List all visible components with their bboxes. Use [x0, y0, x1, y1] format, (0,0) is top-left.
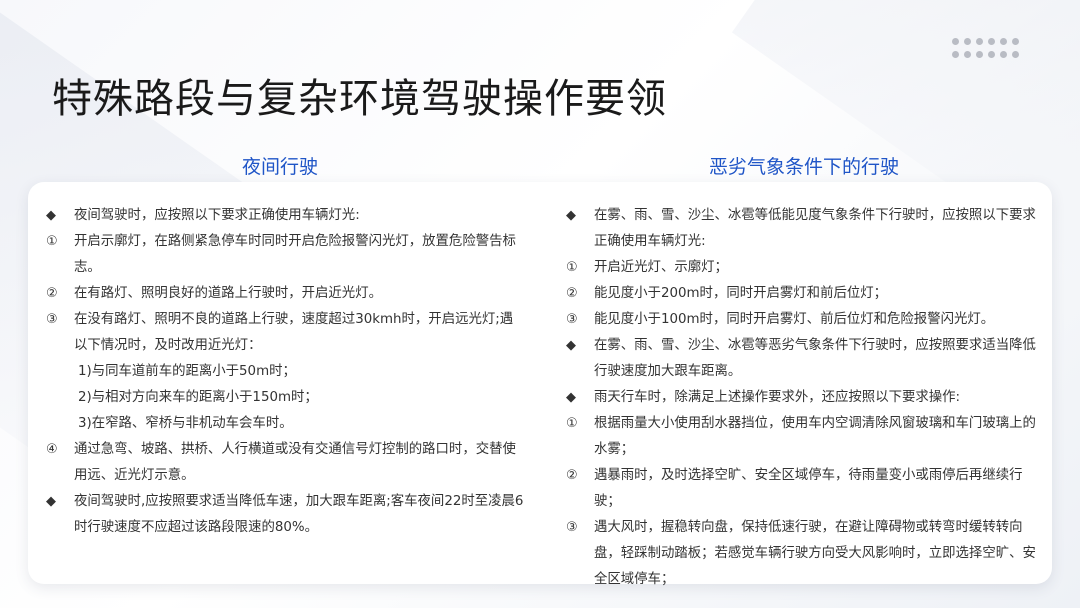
list-item-text: 在雾、雨、雪、沙尘、冰雹等低能见度气象条件下行驶时，应按照以下要求正确使用车辆灯… [594, 208, 1036, 249]
circled-number-icon: ③ [566, 520, 578, 535]
circled-number-icon: ③ [566, 312, 578, 327]
list-item: ◆ 在雾、雨、雪、沙尘、冰雹等恶劣气象条件下行驶时，应按照要求适当降低行驶速度加… [566, 333, 1042, 385]
list-item-text: 在没有路灯、照明不良的道路上行驶，速度超过30kmh时，开启远光灯;遇以下情况时… [74, 312, 514, 353]
circled-number-icon: ④ [46, 442, 58, 457]
list-item-text: 开启示廓灯，在路侧紧急停车时同时开启危险报警闪光灯，放置危险警告标志。 [74, 234, 516, 275]
list-item-text: 能见度小于200m时，同时开启雾灯和前后位灯； [594, 286, 888, 301]
circled-number-icon: ① [566, 416, 578, 431]
list-item: ④ 通过急弯、坡路、拱桥、人行横道或没有交通信号灯控制的路口时，交替使用远、近光… [46, 437, 524, 489]
list-item-text: 雨天行车时，除满足上述操作要求外，还应按照以下要求操作: [594, 390, 961, 405]
circled-number-icon: ② [566, 286, 578, 301]
sub-list-item: 2)与相对方向来车的距离小于150m时； [78, 390, 318, 405]
list-item-text: 根据雨量大小使用刮水器挡位，使用车内空调清除风窗玻璃和车门玻璃上的水雾； [594, 416, 1036, 457]
left-column-heading: 夜间行驶 [241, 156, 318, 178]
circled-number-icon: ③ [46, 312, 58, 327]
list-item-text: 能见度小于100m时，同时开启雾灯、前后位灯和危险报警闪光灯。 [594, 312, 995, 327]
list-item: ③ 在没有路灯、照明不良的道路上行驶，速度超过30kmh时，开启远光灯;遇以下情… [46, 307, 524, 359]
circled-number-icon: ① [566, 260, 578, 275]
sub-list-item: 3)在窄路、窄桥与非机动车会车时。 [78, 416, 293, 431]
list-item-text: 开启近光灯、示廓灯； [594, 260, 728, 275]
list-item: ◆ 夜间驾驶时,应按照要求适当降低车速，加大跟车距离;客车夜间22时至凌晨6时行… [46, 489, 524, 541]
diamond-bullet-icon: ◆ [566, 390, 576, 405]
list-item-text: 遇大风时，握稳转向盘，保持低速行驶，在避让障碍物或转弯时缓转转向盘，轻踩制动踏板… [594, 520, 1036, 587]
right-column: ◆ 在雾、雨、雪、沙尘、冰雹等低能见度气象条件下行驶时，应按照以下要求正确使用车… [566, 203, 1042, 593]
list-item: ② 遇暴雨时，及时选择空旷、安全区域停车，待雨量变小或雨停后再继续行驶； [566, 463, 1042, 515]
circled-number-icon: ① [46, 234, 58, 249]
page-title: 特殊路段与复杂环境驾驶操作要领 [52, 76, 667, 122]
list-item: ① 开启示廓灯，在路侧紧急停车时同时开启危险报警闪光灯，放置危险警告标志。 [46, 229, 524, 281]
list-item: ③ 能见度小于100m时，同时开启雾灯、前后位灯和危险报警闪光灯。 [566, 307, 1042, 333]
list-item: ◆ 在雾、雨、雪、沙尘、冰雹等低能见度气象条件下行驶时，应按照以下要求正确使用车… [566, 203, 1042, 255]
list-item: ① 开启近光灯、示廓灯； [566, 255, 1042, 281]
list-item: ② 在有路灯、照明良好的道路上行驶时，开启近光灯。 [46, 281, 524, 307]
list-item-text: 通过急弯、坡路、拱桥、人行横道或没有交通信号灯控制的路口时，交替使用远、近光灯示… [74, 442, 516, 483]
circled-number-icon: ② [566, 468, 578, 483]
diamond-bullet-icon: ◆ [566, 338, 576, 353]
diamond-bullet-icon: ◆ [46, 494, 56, 509]
list-item: ③ 遇大风时，握稳转向盘，保持低速行驶，在避让障碍物或转弯时缓转转向盘，轻踩制动… [566, 515, 1042, 593]
list-item-text: 在有路灯、照明良好的道路上行驶时，开启近光灯。 [74, 286, 382, 301]
list-item-text: 夜间驾驶时，应按照以下要求正确使用车辆灯光: [74, 208, 360, 223]
left-column: ◆ 夜间驾驶时，应按照以下要求正确使用车辆灯光: ① 开启示廓灯，在路侧紧急停车… [46, 203, 524, 541]
sub-list-item: 1)与同车道前车的距离小于50m时； [78, 364, 296, 379]
list-item-text: 夜间驾驶时,应按照要求适当降低车速，加大跟车距离;客车夜间22时至凌晨6时行驶速… [74, 494, 524, 535]
list-item: ◆ 夜间驾驶时，应按照以下要求正确使用车辆灯光: [46, 203, 524, 229]
diamond-bullet-icon: ◆ [566, 208, 576, 223]
diamond-bullet-icon: ◆ [46, 208, 56, 223]
circled-number-icon: ② [46, 286, 58, 301]
decorative-dots-icon [952, 38, 1022, 60]
right-column-heading: 恶劣气象条件下的行驶 [708, 156, 899, 178]
list-item-text: 遇暴雨时，及时选择空旷、安全区域停车，待雨量变小或雨停后再继续行驶； [594, 468, 1023, 509]
list-item-text: 在雾、雨、雪、沙尘、冰雹等恶劣气象条件下行驶时，应按照要求适当降低行驶速度加大跟… [594, 338, 1036, 379]
list-item: ② 能见度小于200m时，同时开启雾灯和前后位灯； [566, 281, 1042, 307]
list-item: ① 根据雨量大小使用刮水器挡位，使用车内空调清除风窗玻璃和车门玻璃上的水雾； [566, 411, 1042, 463]
list-item: ◆ 雨天行车时，除满足上述操作要求外，还应按照以下要求操作: [566, 385, 1042, 411]
